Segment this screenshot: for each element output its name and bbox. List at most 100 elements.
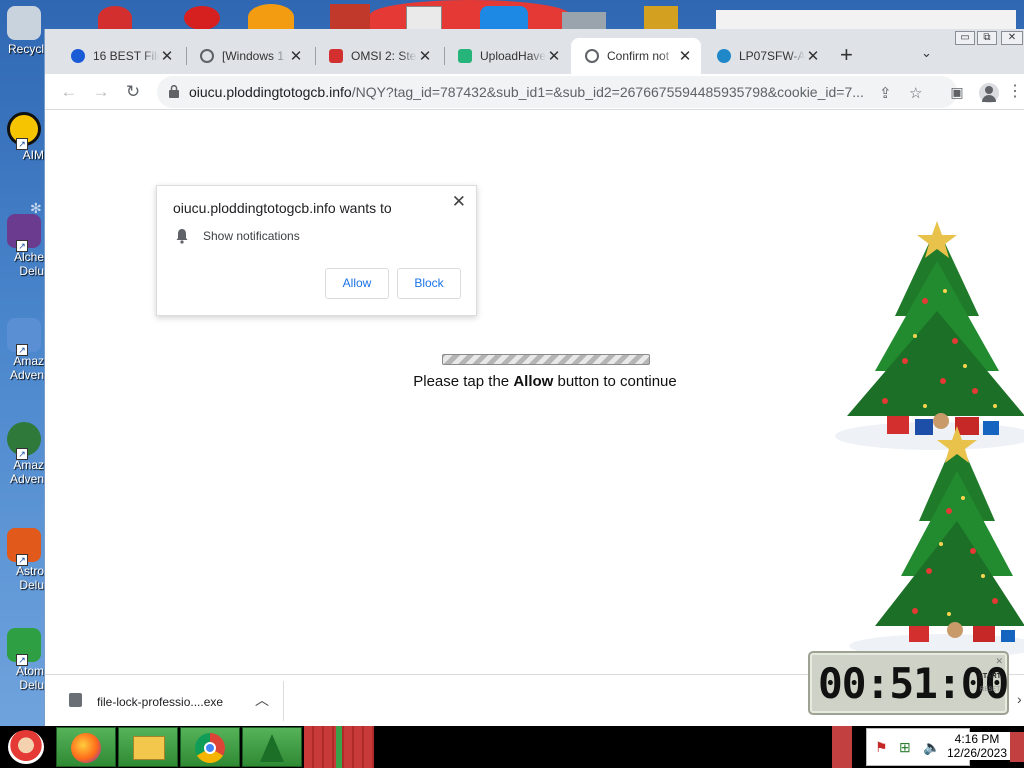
- cloud-upload-icon: [458, 49, 472, 63]
- close-tab-icon[interactable]: ✕: [677, 47, 693, 65]
- tree-icon: [260, 734, 284, 762]
- message-text: Please tap the: [413, 373, 514, 390]
- desktop-icon-label: Amaz Adven: [9, 458, 44, 486]
- taskbar: ⚑ ⊞ 🔈 4:16 PM 12/26/2023: [0, 726, 1024, 768]
- christmas-tree-image: [849, 426, 1024, 656]
- taskbar-chrome[interactable]: [180, 727, 240, 767]
- taskbar-clock[interactable]: 4:16 PM 12/26/2023: [944, 732, 1010, 760]
- tab-omsi-2[interactable]: OMSI 2: Ste ✕: [315, 38, 441, 74]
- url-path: /NQY?tag_id=787432&sub_id1=&sub_id2=2676…: [351, 84, 864, 100]
- taskbar-decor: [832, 726, 852, 768]
- close-window-button[interactable]: ✕: [1001, 31, 1023, 45]
- tab-title: LP07SFW-A: [739, 49, 805, 63]
- reload-icon[interactable]: ↻: [121, 80, 145, 104]
- shortcut-arrow-icon: ↗: [16, 344, 28, 356]
- desktop-icon-amazing-adventures-2[interactable]: ↗ Amaz Adven: [4, 422, 44, 486]
- tab-title: [Windows 1: [222, 49, 285, 63]
- tab-lp07sfw[interactable]: LP07SFW-A ✕: [703, 38, 829, 74]
- timer-reset-button[interactable]: RESET: [980, 687, 1000, 693]
- taskbar-wrapping-decor[interactable]: [304, 726, 374, 768]
- instruction-message: Please tap the Allow button to continue: [375, 373, 715, 390]
- desktop-icon-amazing-adventures[interactable]: ↗ Amaz Adven: [4, 318, 44, 382]
- christmas-tree-image: [835, 221, 1024, 450]
- tab-windows[interactable]: [Windows 1 ✕: [186, 38, 312, 74]
- minimize-button[interactable]: ▭: [955, 31, 975, 45]
- close-tab-icon[interactable]: ✕: [288, 47, 304, 65]
- taskbar-christmas-tree-app[interactable]: [242, 727, 302, 767]
- maximize-button[interactable]: ⧉: [977, 31, 997, 45]
- close-tab-icon[interactable]: ✕: [417, 47, 433, 65]
- tab-search-chevron-icon[interactable]: ⌄: [921, 45, 932, 61]
- download-divider: [283, 681, 284, 721]
- wallpaper-window-decor: [716, 10, 1016, 30]
- share-icon[interactable]: ⇪: [879, 84, 892, 102]
- tab-title: Confirm not: [607, 49, 670, 63]
- app-icon[interactable]: [480, 6, 528, 30]
- app-icon[interactable]: [330, 4, 370, 30]
- new-tab-button[interactable]: +: [840, 42, 853, 68]
- desktop-icon-label: Astro Delu: [15, 564, 44, 592]
- permission-label: Show notifications: [203, 229, 300, 243]
- download-filename[interactable]: file-lock-professio....exe: [97, 695, 223, 709]
- page-content: Please tap the Allow button to continue: [45, 111, 1024, 674]
- bell-icon: [176, 229, 188, 244]
- shortcut-arrow-icon: ↗: [16, 138, 28, 150]
- taskbar-firefox[interactable]: [56, 727, 116, 767]
- desktop-icon-atomic-deluxe[interactable]: ↗ Atom Delu: [4, 628, 44, 692]
- globe-icon: [585, 49, 599, 63]
- lock-icon[interactable]: [169, 85, 179, 98]
- desktop-icon-recycle-bin[interactable]: Recycl: [4, 6, 44, 56]
- file-icon: [69, 693, 82, 707]
- loading-progress-bar: [442, 354, 650, 365]
- close-tab-icon[interactable]: ✕: [159, 47, 175, 65]
- start-button[interactable]: [0, 726, 56, 768]
- forward-arrow-icon[interactable]: →: [89, 80, 113, 104]
- tab-confirm-notifications[interactable]: Confirm not ✕: [571, 38, 701, 74]
- show-desktop-button[interactable]: [1010, 732, 1024, 762]
- tab-title: UploadHave: [480, 49, 546, 63]
- app-icon[interactable]: [406, 6, 442, 30]
- desktop-icon-aim[interactable]: ↗ AIM: [4, 112, 44, 162]
- browser-menu-icon[interactable]: ⋮: [1003, 80, 1024, 104]
- bookmark-star-icon[interactable]: ☆: [909, 84, 922, 102]
- profile-avatar-icon[interactable]: [977, 80, 1001, 104]
- tab-title: 16 BEST File: [93, 49, 159, 63]
- close-tab-icon[interactable]: ✕: [546, 47, 562, 65]
- tab-uploadhaven[interactable]: UploadHave ✕: [444, 38, 570, 74]
- desktop-icon-label: Recycl: [7, 42, 44, 56]
- recycle-bin-icon: [7, 6, 41, 40]
- chevron-right-icon[interactable]: ›: [1017, 691, 1022, 707]
- desktop-icon-astro-deluxe[interactable]: ↗ Astro Delu: [4, 528, 44, 592]
- message-bold: Allow: [513, 373, 554, 390]
- countdown-timer-widget[interactable]: 00:51:00 START RESET ✕: [808, 651, 1009, 715]
- allow-button[interactable]: Allow: [325, 268, 389, 299]
- desktop-icon-label: AIM: [22, 148, 44, 162]
- app-icon[interactable]: [184, 6, 220, 30]
- block-button[interactable]: Block: [397, 268, 461, 299]
- security-alert-icon[interactable]: ⚑: [875, 739, 888, 756]
- timer-start-button[interactable]: START: [978, 673, 1001, 680]
- globe-icon: [200, 49, 214, 63]
- shortcut-arrow-icon: ↗: [16, 654, 28, 666]
- network-icon[interactable]: ⊞: [899, 739, 911, 756]
- back-arrow-icon[interactable]: ←: [57, 80, 81, 104]
- close-widget-icon[interactable]: ✕: [995, 656, 1003, 667]
- desktop-icon-alchemy-deluxe[interactable]: ↗ Alche Delu: [4, 214, 44, 278]
- address-bar[interactable]: oiucu.ploddingtotogcb.info/NQY?tag_id=78…: [157, 76, 957, 108]
- firefox-icon: [71, 733, 101, 763]
- app-icon[interactable]: [562, 12, 606, 30]
- chrome-icon: [195, 733, 225, 763]
- app-icon[interactable]: [98, 6, 132, 30]
- close-prompt-button[interactable]: ✕: [452, 192, 466, 212]
- close-tab-icon[interactable]: ✕: [805, 47, 821, 65]
- notification-permission-prompt: oiucu.ploddingtotogcb.info wants to ✕ Sh…: [156, 185, 477, 316]
- chevron-up-icon[interactable]: ︿: [255, 690, 269, 710]
- app-icon[interactable]: [644, 6, 678, 30]
- shortcut-arrow-icon: ↗: [16, 554, 28, 566]
- tab-16-best-file[interactable]: 16 BEST File ✕: [57, 38, 183, 74]
- app-icon[interactable]: [248, 4, 294, 30]
- volume-icon[interactable]: 🔈: [923, 739, 940, 756]
- url-text[interactable]: oiucu.ploddingtotogcb.info/NQY?tag_id=78…: [189, 84, 869, 100]
- side-panel-icon[interactable]: ▣: [945, 80, 969, 104]
- taskbar-file-explorer[interactable]: [118, 727, 178, 767]
